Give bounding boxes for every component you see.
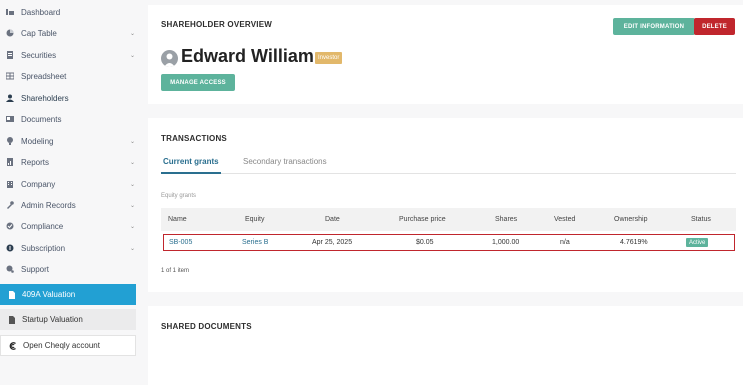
- shared-documents-title: SHARED DOCUMENTS: [161, 322, 252, 331]
- startup-valuation-label: Startup Valuation: [22, 315, 83, 324]
- transactions-card: TRANSACTIONS Current grants Secondary tr…: [148, 118, 743, 292]
- column-header-ownership[interactable]: Ownership: [614, 216, 647, 223]
- shareholder-overview-title: SHAREHOLDER OVERVIEW: [161, 20, 272, 29]
- grant-name-link[interactable]: SB-005: [169, 239, 192, 246]
- chevron-down-icon: ⌄: [129, 202, 135, 209]
- dashboard-icon: [5, 7, 15, 17]
- table-header: Name Equity Date Purchase price Shares V…: [161, 208, 736, 231]
- sidebar-item-label: Documents: [21, 114, 62, 124]
- documents-icon: [5, 114, 15, 124]
- column-header-vested[interactable]: Vested: [554, 216, 575, 223]
- user-icon: [164, 53, 175, 67]
- tab-divider: [161, 173, 736, 174]
- securities-icon: [5, 50, 15, 60]
- investor-badge: Investor: [315, 52, 343, 64]
- shared-documents-card: SHARED DOCUMENTS: [148, 306, 743, 385]
- open-cheqly-account-label: Open Cheqly account: [23, 341, 100, 350]
- edit-information-button[interactable]: EDIT INFORMATION: [613, 18, 695, 35]
- cap-table-icon: [5, 28, 15, 38]
- sidebar-item-label: Compliance: [21, 221, 64, 231]
- equity-grants-label: Equity grants: [161, 193, 197, 199]
- spreadsheet-icon: [5, 71, 15, 81]
- shares-value: 1,000.00: [492, 239, 520, 246]
- tab-current-grants[interactable]: Current grants: [163, 157, 219, 166]
- chevron-down-icon: ⌄: [129, 30, 135, 37]
- delete-button[interactable]: DELETE: [694, 18, 735, 35]
- chevron-down-icon: ⌄: [129, 223, 135, 230]
- startup-valuation-button[interactable]: Startup Valuation: [0, 309, 136, 330]
- compliance-icon: [5, 221, 15, 231]
- company-icon: [5, 179, 15, 189]
- column-header-shares[interactable]: Shares: [495, 216, 517, 223]
- chevron-down-icon: ⌄: [129, 138, 135, 145]
- sidebar-item-label: Cap Table: [21, 28, 57, 38]
- tab-secondary-transactions[interactable]: Secondary transactions: [243, 157, 327, 166]
- sidebar-item-label: Reports: [21, 157, 50, 167]
- chevron-down-icon: ⌄: [129, 181, 135, 188]
- vested-value: n/a: [560, 239, 570, 246]
- sidebar-item-dashboard[interactable]: Dashboard: [0, 2, 140, 22]
- admin-records-icon: [5, 200, 15, 210]
- sidebar-item-label: Shareholders: [21, 93, 69, 103]
- chevron-down-icon: ⌄: [129, 159, 135, 166]
- manage-access-button[interactable]: MANAGE ACCESS: [161, 74, 235, 91]
- column-header-purchase-price[interactable]: Purchase price: [399, 216, 446, 223]
- shareholder-overview-card: SHAREHOLDER OVERVIEW EDIT INFORMATION DE…: [148, 5, 743, 104]
- column-header-name[interactable]: Name: [168, 216, 187, 223]
- sidebar: Dashboard Cap Table ⌄ Securities ⌄ Sprea…: [0, 0, 140, 385]
- sidebar-item-support[interactable]: Support: [0, 259, 140, 279]
- sidebar-item-securities[interactable]: Securities ⌄: [0, 45, 140, 65]
- sidebar-item-reports[interactable]: Reports ⌄: [0, 152, 140, 172]
- sidebar-item-modeling[interactable]: Modeling ⌄: [0, 131, 140, 151]
- grant-date: Apr 25, 2025: [312, 239, 353, 246]
- sidebar-item-compliance[interactable]: Compliance ⌄: [0, 216, 140, 236]
- ownership-value: 4.7619%: [620, 239, 648, 246]
- sidebar-item-label: Support: [21, 264, 50, 274]
- document-icon: [8, 315, 16, 324]
- equity-link[interactable]: Series B: [242, 239, 268, 246]
- sidebar-item-spreadsheet[interactable]: Spreadsheet: [0, 66, 140, 86]
- active-tab-indicator: [161, 172, 221, 174]
- sidebar-item-documents[interactable]: Documents: [0, 109, 140, 129]
- subscription-icon: [5, 243, 15, 253]
- shareholders-icon: [5, 93, 15, 103]
- sidebar-item-cap-table[interactable]: Cap Table ⌄: [0, 23, 140, 43]
- sidebar-item-label: Modeling: [21, 136, 54, 146]
- sidebar-item-label: Spreadsheet: [21, 71, 67, 81]
- valuation-409a-label: 409A Valuation: [22, 290, 76, 299]
- open-cheqly-account-button[interactable]: Open Cheqly account: [0, 335, 136, 356]
- sidebar-item-label: Admin Records: [21, 200, 76, 210]
- sidebar-item-label: Securities: [21, 50, 57, 60]
- reports-icon: [5, 157, 15, 167]
- sidebar-item-label: Company: [21, 179, 56, 189]
- chevron-down-icon: ⌄: [129, 245, 135, 252]
- transactions-title: TRANSACTIONS: [161, 134, 227, 143]
- avatar: [161, 50, 178, 67]
- cheqly-logo-icon: [9, 341, 17, 350]
- valuation-409a-button[interactable]: 409A Valuation: [0, 284, 136, 305]
- shareholder-name: Edward William: [181, 46, 314, 66]
- sidebar-item-admin-records[interactable]: Admin Records ⌄: [0, 195, 140, 215]
- table-row[interactable]: SB-005 Series B Apr 25, 2025 $0.05 1,000…: [163, 234, 735, 251]
- sidebar-item-label: Dashboard: [21, 7, 61, 17]
- sidebar-item-shareholders[interactable]: Shareholders: [0, 88, 140, 108]
- sidebar-item-subscription[interactable]: Subscription ⌄: [0, 238, 140, 258]
- column-header-equity[interactable]: Equity: [245, 216, 264, 223]
- status-badge: Active: [686, 238, 709, 247]
- column-header-status[interactable]: Status: [691, 216, 711, 223]
- document-icon: [8, 290, 16, 299]
- sidebar-item-company[interactable]: Company ⌄: [0, 174, 140, 194]
- modeling-icon: [5, 136, 15, 146]
- purchase-price: $0.05: [416, 239, 434, 246]
- support-icon: [5, 264, 15, 274]
- chevron-down-icon: ⌄: [129, 52, 135, 59]
- sidebar-item-label: Subscription: [21, 243, 66, 253]
- pagination-info: 1 of 1 item: [161, 268, 190, 274]
- column-header-date[interactable]: Date: [325, 216, 340, 223]
